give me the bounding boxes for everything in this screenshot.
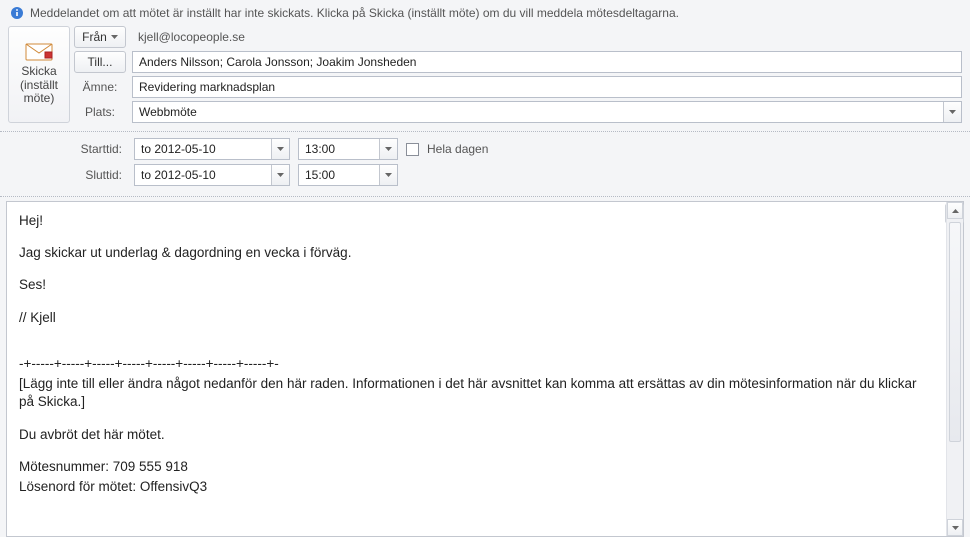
- chevron-up-icon: [952, 209, 959, 213]
- meeting-number: Mötesnummer: 709 555 918: [19, 458, 933, 476]
- body-line: // Kjell: [19, 309, 933, 327]
- body-line: Hej!: [19, 212, 933, 230]
- chevron-down-icon: [949, 110, 956, 114]
- end-label: Sluttid:: [8, 168, 126, 182]
- end-date-dropdown[interactable]: [271, 165, 289, 185]
- from-button[interactable]: Från: [74, 26, 126, 48]
- send-button[interactable]: Skicka (inställt möte): [8, 26, 70, 123]
- vertical-scrollbar[interactable]: [946, 202, 963, 536]
- chevron-down-icon: [111, 35, 118, 39]
- info-icon: [10, 6, 24, 20]
- chevron-down-icon: [385, 147, 392, 151]
- chevron-down-icon: [952, 526, 959, 530]
- start-time-value: 13:00: [305, 142, 335, 156]
- end-time-value: 15:00: [305, 168, 335, 182]
- header-area: Skicka (inställt möte) Från kjell@locope…: [0, 24, 970, 127]
- allday-label: Hela dagen: [427, 142, 488, 156]
- chevron-down-icon: [277, 173, 284, 177]
- location-label: Plats:: [74, 105, 126, 119]
- send-label-3: möte): [24, 92, 55, 106]
- chevron-down-icon: [385, 173, 392, 177]
- message-body-container: Hej! Jag skickar ut underlag & dagordnin…: [6, 201, 964, 537]
- meeting-password: Lösenord för mötet: OffensivQ3: [19, 478, 933, 496]
- time-area: Starttid: to 2012-05-10 13:00 Hela dagen…: [0, 136, 970, 192]
- body-separator: -+-----+-----+-----+-----+-----+-----+--…: [19, 355, 933, 373]
- to-button[interactable]: Till...: [74, 51, 126, 73]
- start-date-combo[interactable]: to 2012-05-10: [134, 138, 290, 160]
- start-time-combo[interactable]: 13:00: [298, 138, 398, 160]
- end-date-value: to 2012-05-10: [141, 168, 216, 182]
- start-label: Starttid:: [8, 142, 126, 156]
- to-value: Anders Nilsson; Carola Jonsson; Joakim J…: [139, 55, 416, 69]
- send-label-1: Skicka: [21, 65, 56, 79]
- subject-value: Revidering marknadsplan: [139, 80, 275, 94]
- from-value: kjell@locopeople.se: [132, 30, 962, 44]
- scroll-up-button[interactable]: [947, 202, 963, 219]
- subject-label: Ämne:: [74, 80, 126, 94]
- location-input[interactable]: Webbmöte: [132, 101, 962, 123]
- message-body[interactable]: Hej! Jag skickar ut underlag & dagordnin…: [7, 202, 945, 536]
- body-line: Jag skickar ut underlag & dagordning en …: [19, 244, 933, 262]
- info-bar: Meddelandet om att mötet är inställt har…: [0, 0, 970, 24]
- body-cancel-note: Du avbröt det här mötet.: [19, 426, 933, 444]
- allday-checkbox[interactable]: [406, 143, 419, 156]
- body-warning: [Lägg inte till eller ändra något nedanf…: [19, 375, 933, 411]
- info-text: Meddelandet om att mötet är inställt har…: [30, 6, 679, 20]
- end-time-dropdown[interactable]: [379, 165, 397, 185]
- end-date-combo[interactable]: to 2012-05-10: [134, 164, 290, 186]
- to-label: Till...: [88, 55, 113, 69]
- separator: [0, 196, 970, 197]
- location-value: Webbmöte: [139, 105, 197, 119]
- end-time-combo[interactable]: 15:00: [298, 164, 398, 186]
- location-dropdown-button[interactable]: [943, 102, 961, 122]
- scroll-thumb[interactable]: [949, 222, 961, 442]
- chevron-down-icon: [277, 147, 284, 151]
- start-date-value: to 2012-05-10: [141, 142, 216, 156]
- send-label-2: (inställt: [20, 79, 58, 93]
- body-line: Ses!: [19, 276, 933, 294]
- to-input[interactable]: Anders Nilsson; Carola Jonsson; Joakim J…: [132, 51, 962, 73]
- subject-input[interactable]: Revidering marknadsplan: [132, 76, 962, 98]
- from-label: Från: [82, 30, 107, 44]
- envelope-icon: [25, 43, 53, 61]
- separator: [0, 131, 970, 132]
- scroll-down-button[interactable]: [947, 519, 963, 536]
- start-time-dropdown[interactable]: [379, 139, 397, 159]
- start-date-dropdown[interactable]: [271, 139, 289, 159]
